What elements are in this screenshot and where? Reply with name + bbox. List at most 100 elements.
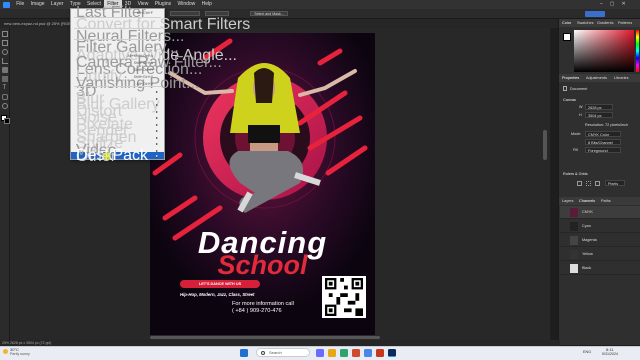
- submenu-arrow-icon: ▸: [155, 128, 158, 133]
- text-tool-icon[interactable]: T: [2, 85, 7, 91]
- layers-tabs: Layers Channels Paths: [559, 197, 640, 205]
- submenu-arrow-icon: ▸: [155, 102, 158, 107]
- menu-window[interactable]: Window: [174, 0, 198, 9]
- search-icon: [261, 351, 265, 355]
- poster-info: For more information call: [232, 301, 294, 307]
- hand-tool-icon[interactable]: [2, 94, 8, 100]
- window-controls: –▢✕: [600, 1, 633, 7]
- channel-thumbnail: [570, 236, 578, 245]
- poster-styles: Hip-Hop, Modern, Jazz, Class, Street: [180, 292, 255, 297]
- submenu-arrow-icon: ▸: [155, 141, 158, 146]
- channel-thumbnail: [570, 250, 578, 259]
- menu-separator: [74, 39, 161, 40]
- select-and-mask-button[interactable]: Select and Mask...: [250, 11, 288, 16]
- ps-logo-icon[interactable]: [3, 1, 10, 8]
- channel-row-cyan[interactable]: Cyan: [560, 220, 640, 233]
- app-icon[interactable]: [376, 349, 384, 357]
- submenu-arrow-icon: ▸: [155, 89, 158, 94]
- document-icon: [563, 86, 567, 91]
- tab-paths[interactable]: Paths: [601, 199, 611, 203]
- height-label: H: [579, 113, 582, 117]
- taskbar-search[interactable]: Search: [256, 348, 310, 357]
- vertical-scrollbar[interactable]: [543, 130, 547, 160]
- mode-label: Mode: [571, 132, 581, 136]
- tools-panel: T: [0, 28, 10, 346]
- tab-color[interactable]: Color: [562, 21, 571, 25]
- weather-icon[interactable]: [3, 349, 8, 354]
- menu-separator: [74, 86, 161, 87]
- tab-swatches[interactable]: Swatches: [577, 21, 593, 25]
- poster-phone: ( +84 ) 909-270-476: [232, 308, 282, 314]
- poster-cta-button: LET'S DANCE WITH US: [180, 280, 260, 288]
- channel-row-magenta[interactable]: Magenta: [560, 234, 640, 247]
- filter-menu-items: Last Filter Alt+Ctrl+F Convert for Smart F…: [70, 5, 250, 165]
- tab-libraries[interactable]: Libraries: [614, 76, 629, 80]
- right-panels: Color Swatches Gradients Patterns Proper…: [558, 19, 640, 345]
- tab-gradients[interactable]: Gradients: [597, 21, 613, 25]
- properties-tabs: Properties Adjustments Libraries: [559, 74, 640, 82]
- edge-browser-icon[interactable]: [340, 349, 348, 357]
- tab-patterns[interactable]: Patterns: [618, 21, 632, 25]
- color-picker-field[interactable]: [574, 30, 634, 72]
- windows-start-icon[interactable]: [240, 349, 248, 357]
- photoshop-taskbar-icon[interactable]: [388, 349, 396, 357]
- submenu-arrow-icon: ▸: [155, 134, 158, 140]
- mouse-cursor-icon: [103, 152, 111, 160]
- crop-tool-icon[interactable]: [2, 58, 8, 64]
- horizontal-scrollbar[interactable]: [150, 336, 380, 339]
- units-select[interactable]: Pixels: [605, 180, 625, 186]
- store-icon[interactable]: [352, 349, 360, 357]
- menu-separator: [74, 28, 161, 29]
- fill-label: Fill: [573, 148, 578, 152]
- menu-item-label: DeskPack: [76, 147, 149, 164]
- bit-depth-select[interactable]: 8 Bits/Channel: [585, 139, 621, 145]
- filter-menu-item-deskpack[interactable]: DeskPack ▸: [76, 148, 161, 164]
- channel-row-black[interactable]: Black: [560, 262, 640, 275]
- eraser-tool-icon[interactable]: [2, 76, 8, 82]
- task-view-icon[interactable]: [316, 349, 324, 357]
- chrome-icon[interactable]: [364, 349, 372, 357]
- channel-thumbnail: [570, 222, 578, 231]
- menu-help[interactable]: Help: [198, 0, 215, 9]
- poster-qr-code: [322, 276, 366, 318]
- menu-file[interactable]: File: [13, 0, 27, 9]
- guides-icon[interactable]: [595, 181, 600, 186]
- menu-layer[interactable]: Layer: [48, 0, 67, 9]
- channel-thumbnail: [570, 208, 578, 217]
- weather-desc: Partly sunny: [10, 352, 30, 356]
- submenu-arrow-icon: ▸: [155, 108, 158, 114]
- height-field[interactable]: 3504 px: [585, 112, 613, 118]
- fg-bg-swatches[interactable]: [563, 33, 571, 41]
- menu-image[interactable]: Image: [27, 0, 47, 9]
- mode-select[interactable]: CMYK Color: [585, 131, 621, 137]
- submenu-arrow-icon: ▸: [155, 115, 158, 120]
- grid-icon[interactable]: [586, 181, 591, 186]
- submenu-arrow-icon: ▸: [155, 121, 158, 127]
- submenu-arrow-icon: ▸: [155, 153, 158, 158]
- clock-date[interactable]: 5/31/2024: [602, 352, 618, 356]
- document-label: Document: [570, 87, 588, 91]
- fill-select[interactable]: Foreground: [585, 147, 621, 153]
- tab-properties[interactable]: Properties: [562, 76, 579, 80]
- channel-row-yellow[interactable]: Yellow: [560, 248, 640, 261]
- rulers-header: Rulers & Grids: [563, 172, 588, 176]
- width-field[interactable]: 2628 px: [585, 104, 613, 110]
- tab-layers[interactable]: Layers: [562, 199, 573, 203]
- move-tool-icon[interactable]: [2, 31, 8, 37]
- resolution-text: Resolution: 72 pixels/inch: [585, 123, 629, 127]
- channel-row-cmyk[interactable]: CMYK: [560, 206, 640, 219]
- tab-adjustments[interactable]: Adjustments: [586, 76, 607, 80]
- file-explorer-icon[interactable]: [328, 349, 336, 357]
- hue-slider[interactable]: [636, 30, 639, 72]
- zoom-tool-icon[interactable]: [2, 103, 8, 109]
- lasso-tool-icon[interactable]: [2, 49, 8, 55]
- language-indicator[interactable]: ENG: [583, 350, 591, 354]
- width-label: W: [579, 105, 583, 109]
- color-tabs: Color Swatches Gradients Patterns: [559, 19, 640, 27]
- tab-channels[interactable]: Channels: [579, 199, 595, 203]
- ruler-icon[interactable]: [577, 181, 582, 186]
- menu-item-shortcut: Shift+Ctrl+R: [133, 68, 153, 72]
- brush-tool-icon[interactable]: [2, 67, 8, 73]
- marquee-tool-icon[interactable]: [2, 40, 8, 46]
- share-button[interactable]: [585, 11, 605, 17]
